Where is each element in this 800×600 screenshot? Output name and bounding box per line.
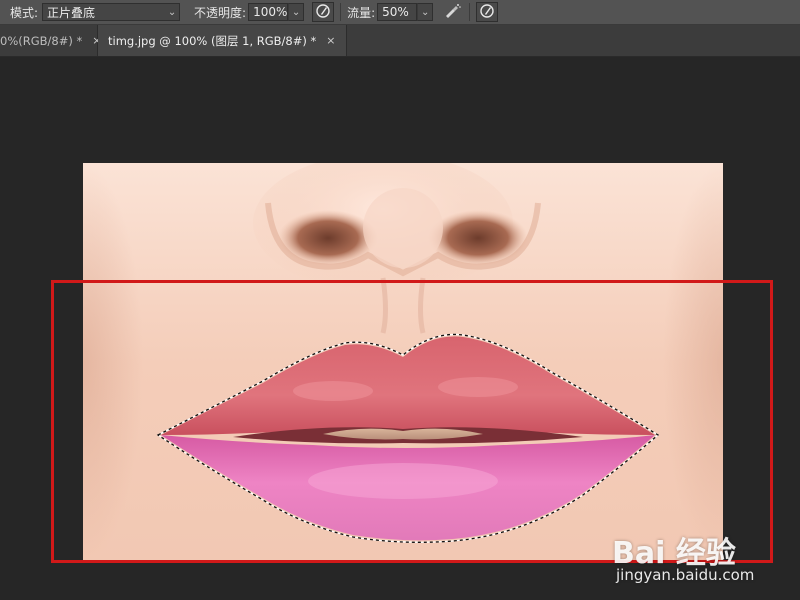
separator xyxy=(340,3,342,21)
watermark-url: jingyan.baidu.com xyxy=(616,566,755,584)
document-tab-bar: 0%(RGB/8#) * × timg.jpg @ 100% (图层 1, RG… xyxy=(0,25,800,57)
mode-label: 模式: xyxy=(10,5,39,20)
blend-mode-select[interactable]: 正片叠底 ⌄ xyxy=(42,3,181,21)
airbrush-icon xyxy=(443,3,461,22)
chevron-down-icon: ⌄ xyxy=(420,6,430,18)
tab-document-2[interactable]: timg.jpg @ 100% (图层 1, RGB/8#) * × xyxy=(98,25,347,56)
tab-document-1[interactable]: 0%(RGB/8#) * × xyxy=(0,25,101,56)
pressure-opacity-button[interactable] xyxy=(312,2,335,22)
flow-label: 流量: xyxy=(347,5,376,20)
opacity-label: 不透明度: xyxy=(194,5,247,20)
blend-mode-value: 正片叠底 xyxy=(47,5,96,20)
opacity-value: 100% xyxy=(253,5,288,19)
chevron-down-icon: ⌄ xyxy=(291,6,301,18)
options-bar: 模式: 正片叠底 ⌄ 不透明度: 100% ⌄ 流量: 50% ⌄ xyxy=(0,0,800,25)
flow-input[interactable]: 50% xyxy=(377,3,418,21)
close-icon[interactable]: × xyxy=(326,34,335,47)
watermark: Bai 经验 jingyan.baidu.com xyxy=(612,510,792,590)
separator xyxy=(469,3,471,21)
stylus-pressure-icon xyxy=(315,3,331,22)
flow-value: 50% xyxy=(382,5,409,19)
tab-label: timg.jpg @ 100% (图层 1, RGB/8#) * xyxy=(108,33,317,48)
stylus-pressure-icon xyxy=(479,3,495,22)
opacity-input[interactable]: 100% xyxy=(248,3,289,21)
flow-dropdown-button[interactable]: ⌄ xyxy=(417,3,434,21)
chevron-down-icon: ⌄ xyxy=(167,6,177,18)
document-canvas[interactable]: Bai 经验 jingyan.baidu.com xyxy=(0,57,800,600)
opacity-dropdown-button[interactable]: ⌄ xyxy=(288,3,305,21)
tab-label: 0%(RGB/8#) * xyxy=(0,33,83,48)
pressure-size-button[interactable] xyxy=(476,2,499,22)
airbrush-button[interactable] xyxy=(441,2,463,22)
